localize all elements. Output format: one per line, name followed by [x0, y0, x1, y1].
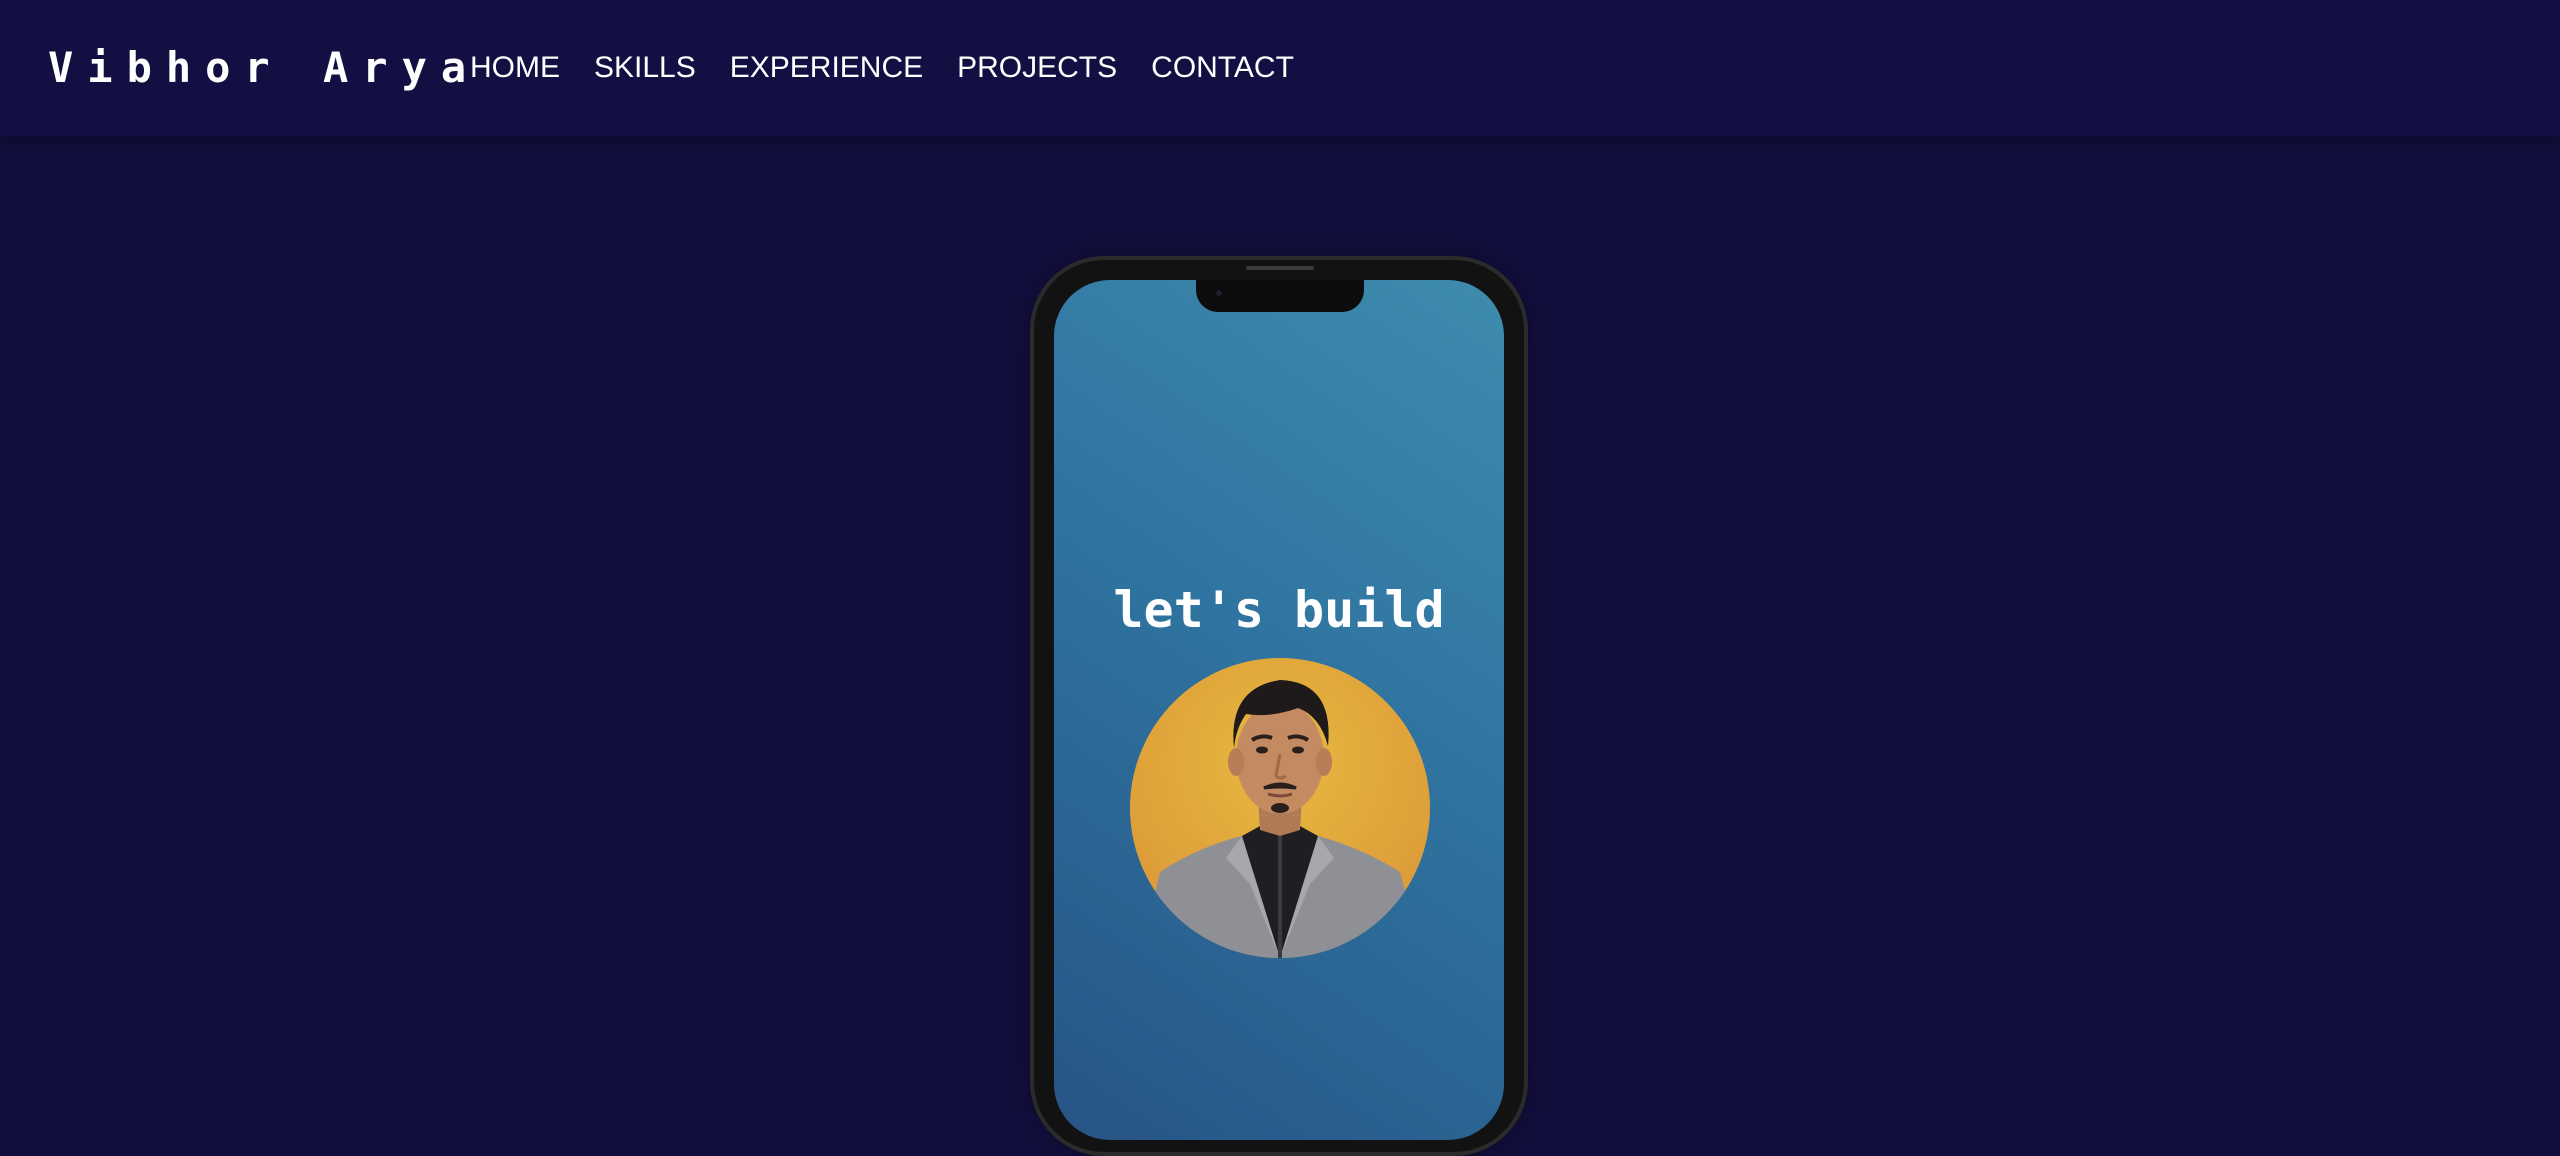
hero-headline: let's build: [1113, 581, 1445, 639]
phone-screen: let's build: [1054, 280, 1504, 1140]
nav-contact[interactable]: CONTACT: [1151, 50, 1294, 86]
avatar: [1130, 658, 1430, 958]
phone-mockup: let's build: [1030, 256, 1528, 1156]
top-navbar: Vibhor Arya HOME SKILLS EXPERIENCE PROJE…: [0, 0, 2560, 136]
nav-home[interactable]: HOME: [470, 50, 560, 86]
nav-experience[interactable]: EXPERIENCE: [730, 50, 923, 86]
nav-skills[interactable]: SKILLS: [594, 50, 696, 86]
profile-photo-icon: [1140, 680, 1422, 958]
phone-speaker: [1246, 266, 1314, 270]
main-nav: HOME SKILLS EXPERIENCE PROJECTS CONTACT: [470, 50, 1294, 86]
phone-notch: [1196, 280, 1364, 312]
brand-logo[interactable]: Vibhor Arya: [48, 42, 480, 94]
nav-projects[interactable]: PROJECTS: [957, 50, 1117, 86]
camera-icon: [1214, 288, 1224, 298]
